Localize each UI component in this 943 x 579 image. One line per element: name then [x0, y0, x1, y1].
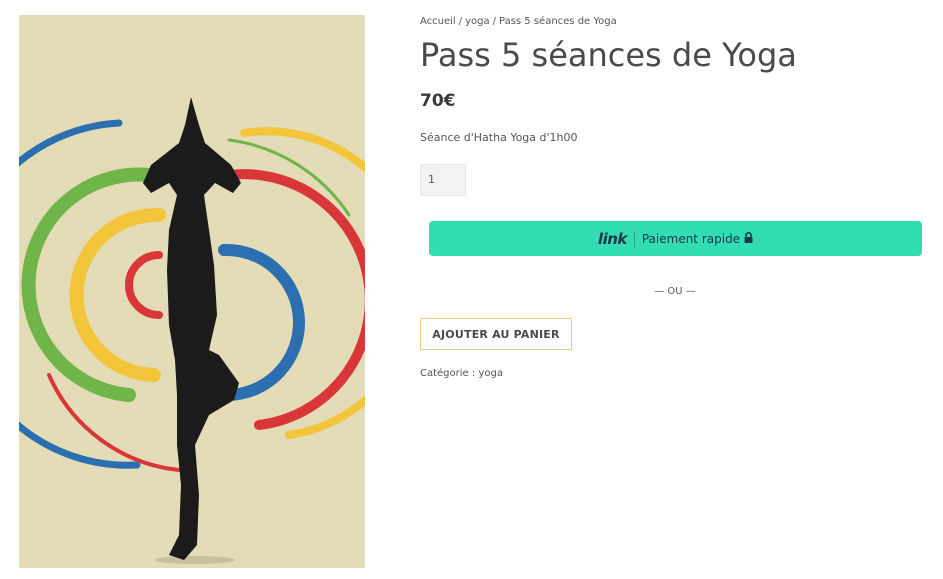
product-title: Pass 5 séances de Yoga	[420, 36, 797, 74]
breadcrumb-separator: /	[458, 16, 463, 27]
quantity-input[interactable]: 1	[420, 164, 466, 196]
product-image[interactable]	[19, 15, 365, 568]
add-to-cart-button[interactable]: AJOUTER AU PANIER	[420, 318, 572, 350]
or-divider: — OU —	[654, 286, 696, 297]
product-category: Catégorie : yoga	[420, 368, 503, 379]
yoga-illustration	[19, 97, 365, 564]
category-label: Catégorie :	[420, 368, 476, 379]
breadcrumb-current: Pass 5 séances de Yoga	[498, 16, 617, 27]
lock-icon	[744, 231, 753, 246]
breadcrumb: Accueil / yoga / Pass 5 séances de Yoga	[420, 16, 617, 27]
category-link[interactable]: yoga	[478, 368, 503, 379]
breadcrumb-home[interactable]: Accueil	[420, 16, 456, 27]
product-description: Séance d'Hatha Yoga d'1h00	[420, 131, 578, 144]
link-logo: link	[597, 229, 627, 248]
product-price: 70€	[420, 91, 456, 111]
link-divider	[633, 230, 635, 247]
breadcrumb-category[interactable]: yoga	[465, 16, 490, 27]
link-pay-button[interactable]: link Paiement rapide	[429, 221, 922, 256]
link-pay-label: Paiement rapide	[641, 231, 741, 246]
breadcrumb-separator: /	[492, 16, 496, 27]
